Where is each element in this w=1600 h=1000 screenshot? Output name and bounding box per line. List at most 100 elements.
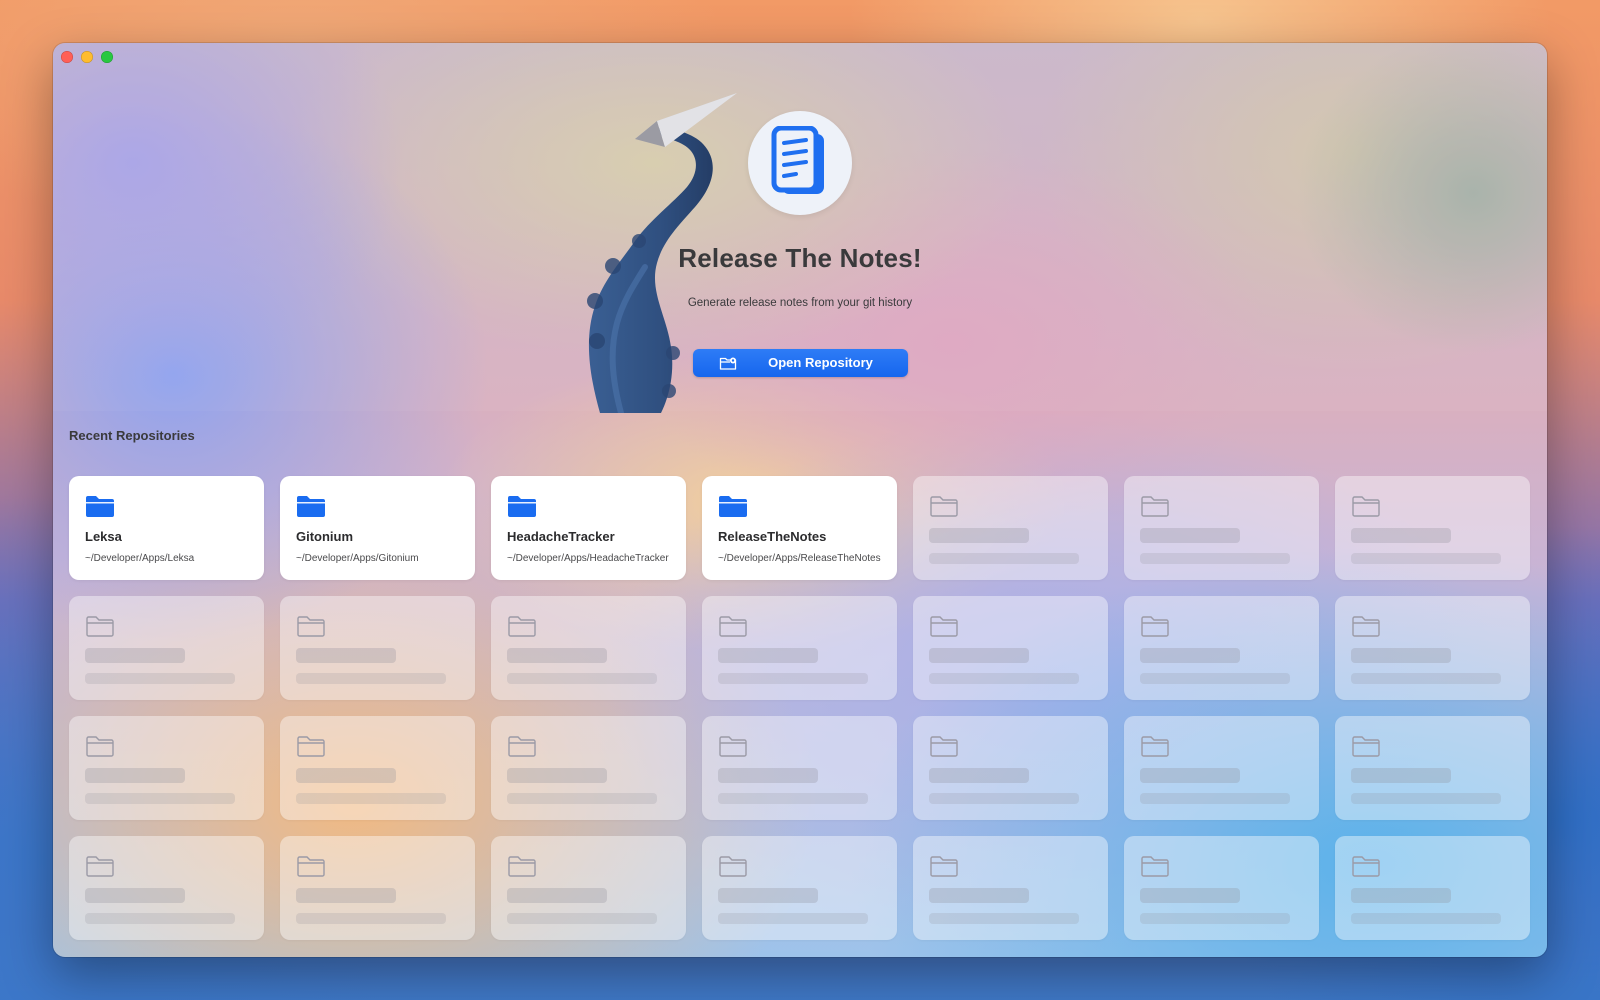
close-window-button[interactable]	[61, 51, 73, 63]
folder-outline-icon	[1352, 616, 1380, 637]
open-repository-button[interactable]: Open Repository	[693, 349, 908, 377]
placeholder-name-bar	[296, 768, 396, 783]
placeholder-card	[280, 716, 475, 820]
placeholder-card	[491, 836, 686, 940]
placeholder-path-bar	[718, 913, 868, 924]
folder-outline-icon	[1141, 496, 1169, 517]
repository-name: ReleaseTheNotes	[718, 529, 827, 544]
minimize-window-button[interactable]	[81, 51, 93, 63]
folder-outline-icon	[508, 736, 536, 757]
placeholder-name-bar	[1351, 768, 1451, 783]
folder-outline-icon	[1352, 496, 1380, 517]
repository-card[interactable]: HeadacheTracker ~/Developer/Apps/Headach…	[491, 476, 686, 580]
folder-outline-icon	[297, 856, 325, 877]
placeholder-path-bar	[929, 793, 1079, 804]
placeholder-path-bar	[1351, 553, 1501, 564]
app-subtitle: Generate release notes from your git his…	[687, 297, 913, 309]
repository-name: Leksa	[85, 529, 122, 544]
placeholder-name-bar	[507, 648, 607, 663]
zoom-window-button[interactable]	[101, 51, 113, 63]
document-pages-icon	[771, 126, 824, 194]
placeholder-path-bar	[718, 673, 868, 684]
placeholder-card	[1124, 596, 1319, 700]
placeholder-name-bar	[1140, 888, 1240, 903]
folder-outline-icon	[719, 856, 747, 877]
placeholder-path-bar	[929, 913, 1079, 924]
placeholder-card	[1124, 476, 1319, 580]
folder-icon	[508, 496, 536, 517]
folder-icon	[719, 496, 747, 517]
placeholder-path-bar	[1140, 673, 1290, 684]
placeholder-card	[69, 596, 264, 700]
repository-card[interactable]: Leksa ~/Developer/Apps/Leksa	[69, 476, 264, 580]
placeholder-path-bar	[507, 913, 657, 924]
placeholder-name-bar	[1140, 768, 1240, 783]
placeholder-name-bar	[296, 888, 396, 903]
app-icon	[748, 111, 852, 215]
placeholder-card	[491, 716, 686, 820]
folder-outline-icon	[297, 616, 325, 637]
placeholder-path-bar	[1351, 673, 1501, 684]
placeholder-name-bar	[718, 648, 818, 663]
placeholder-path-bar	[718, 793, 868, 804]
placeholder-card	[913, 836, 1108, 940]
placeholder-name-bar	[929, 768, 1029, 783]
recent-repositories-heading: Recent Repositories	[69, 428, 195, 443]
placeholder-path-bar	[296, 913, 446, 924]
app-window: Release The Notes! Generate release note…	[53, 43, 1547, 957]
folder-outline-icon	[930, 856, 958, 877]
repository-path: ~/Developer/Apps/ReleaseTheNotes	[718, 553, 881, 564]
placeholder-name-bar	[296, 648, 396, 663]
placeholder-path-bar	[929, 553, 1079, 564]
placeholder-path-bar	[296, 793, 446, 804]
repository-path: ~/Developer/Apps/Leksa	[85, 553, 195, 564]
placeholder-name-bar	[1140, 528, 1240, 543]
placeholder-card	[1124, 836, 1319, 940]
folder-icon	[297, 496, 325, 517]
placeholder-card	[1335, 476, 1530, 580]
placeholder-name-bar	[507, 888, 607, 903]
folder-outline-icon	[297, 736, 325, 757]
folder-outline-icon	[1141, 616, 1169, 637]
placeholder-name-bar	[718, 768, 818, 783]
repository-card[interactable]: ReleaseTheNotes ~/Developer/Apps/Release…	[702, 476, 897, 580]
placeholder-name-bar	[929, 528, 1029, 543]
repository-path: ~/Developer/Apps/HeadacheTracker	[507, 553, 669, 564]
placeholder-path-bar	[85, 673, 235, 684]
placeholder-name-bar	[1351, 648, 1451, 663]
repository-path: ~/Developer/Apps/Gitonium	[296, 553, 419, 564]
folder-outline-icon	[508, 616, 536, 637]
placeholder-card	[913, 476, 1108, 580]
folder-outline-icon	[1141, 856, 1169, 877]
folder-outline-icon	[86, 856, 114, 877]
placeholder-name-bar	[929, 648, 1029, 663]
placeholder-name-bar	[507, 768, 607, 783]
folder-outline-icon	[86, 616, 114, 637]
placeholder-card	[1124, 716, 1319, 820]
placeholder-name-bar	[1351, 888, 1451, 903]
placeholder-path-bar	[85, 913, 235, 924]
placeholder-card	[1335, 836, 1530, 940]
placeholder-name-bar	[1140, 648, 1240, 663]
placeholder-card	[280, 596, 475, 700]
repository-card[interactable]: Gitonium ~/Developer/Apps/Gitonium	[280, 476, 475, 580]
open-repository-label: Open Repository	[768, 355, 873, 370]
folder-outline-icon	[1352, 736, 1380, 757]
recent-repositories-grid: Leksa ~/Developer/Apps/Leksa Gitonium ~/…	[69, 476, 1530, 940]
placeholder-card	[1335, 596, 1530, 700]
placeholder-card	[702, 716, 897, 820]
placeholder-name-bar	[85, 768, 185, 783]
placeholder-card	[280, 836, 475, 940]
placeholder-path-bar	[296, 673, 446, 684]
placeholder-name-bar	[718, 888, 818, 903]
folder-icon	[86, 496, 114, 517]
placeholder-name-bar	[929, 888, 1029, 903]
placeholder-card	[702, 836, 897, 940]
placeholder-card	[69, 836, 264, 940]
folder-outline-icon	[930, 616, 958, 637]
folder-outline-icon	[1352, 856, 1380, 877]
placeholder-card	[69, 716, 264, 820]
folder-outline-icon	[86, 736, 114, 757]
placeholder-path-bar	[929, 673, 1079, 684]
placeholder-card	[913, 716, 1108, 820]
